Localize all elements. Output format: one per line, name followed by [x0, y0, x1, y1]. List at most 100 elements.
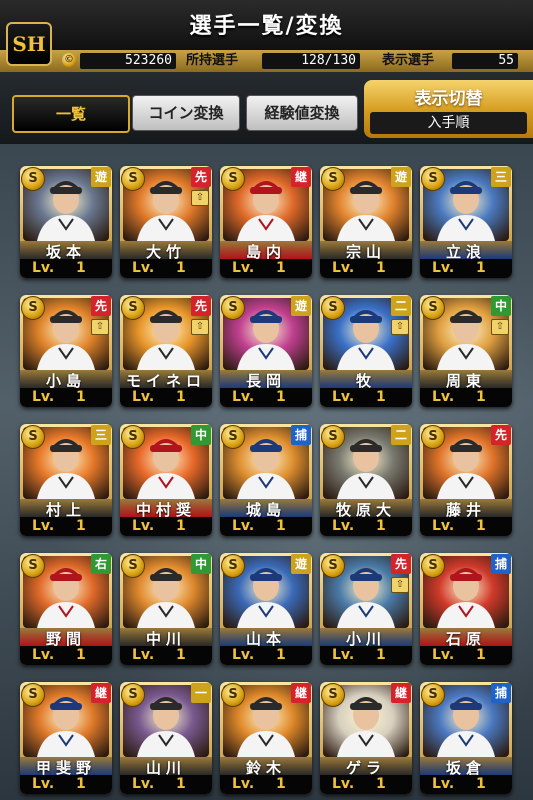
coin-badge-icon: S — [321, 296, 345, 320]
player-card[interactable]: S 二牧原大 Lv. 1 — [320, 424, 412, 536]
player-name: 大竹 — [120, 241, 212, 261]
level-label: Lv. — [32, 647, 55, 663]
player-name: 牧原大 — [320, 499, 412, 519]
player-card[interactable]: S 中 ⇧ 周東 Lv. 1 — [420, 295, 512, 407]
player-name: 藤井 — [420, 499, 512, 519]
player-card[interactable]: S 遊長岡 Lv. 1 — [220, 295, 312, 407]
position-badge: 捕 — [291, 425, 311, 445]
coin-badge-icon: S — [421, 683, 445, 707]
level-value: 1 — [76, 647, 86, 663]
player-name: 山川 — [120, 757, 212, 777]
level-label: Lv. — [132, 389, 155, 405]
level-bar: Lv. 1 — [220, 388, 312, 407]
player-card[interactable]: S 一山川 Lv. 1 — [120, 682, 212, 794]
coin-icon: © — [62, 53, 76, 67]
level-bar: Lv. 1 — [20, 388, 112, 407]
player-card[interactable]: S 継島内 Lv. 1 — [220, 166, 312, 278]
player-card[interactable]: S 先 ⇧ 大竹 Lv. 1 — [120, 166, 212, 278]
player-card[interactable]: S 捕城島 Lv. 1 — [220, 424, 312, 536]
level-label: Lv. — [132, 647, 155, 663]
level-label: Lv. — [32, 518, 55, 534]
level-value: 1 — [76, 518, 86, 534]
player-card[interactable]: S 捕石原 Lv. 1 — [420, 553, 512, 665]
level-value: 1 — [476, 518, 486, 534]
level-value: 1 — [276, 518, 286, 534]
level-value: 1 — [376, 389, 386, 405]
tab-coin-convert[interactable]: コイン変換 — [132, 95, 240, 131]
coin-badge-icon: S — [321, 167, 345, 191]
level-label: Lv. — [232, 518, 255, 534]
player-card[interactable]: S 先藤井 Lv. 1 — [420, 424, 512, 536]
coin-badge-icon: S — [321, 554, 345, 578]
shown-players-label: 表示選手 — [382, 53, 435, 68]
level-value: 1 — [276, 389, 286, 405]
level-value: 1 — [276, 260, 286, 276]
level-bar: Lv. 1 — [120, 517, 212, 536]
sort-order-value: 入手順 — [370, 112, 527, 134]
display-toggle-button[interactable]: 表示切替 入手順 — [364, 80, 533, 138]
level-value: 1 — [276, 776, 286, 792]
level-bar: Lv. 1 — [220, 259, 312, 278]
level-bar: Lv. 1 — [220, 646, 312, 665]
level-value: 1 — [376, 776, 386, 792]
level-bar: Lv. 1 — [120, 646, 212, 665]
player-card[interactable]: S 中中川 Lv. 1 — [120, 553, 212, 665]
coin-badge-icon: S — [21, 554, 45, 578]
player-card[interactable]: S 右野間 Lv. 1 — [20, 553, 112, 665]
player-name: 牧 — [320, 370, 412, 390]
player-name: 島内 — [220, 241, 312, 261]
position-badge: 右 — [91, 554, 111, 574]
coin-count: 523260 — [80, 53, 176, 69]
level-bar: Lv. 1 — [220, 775, 312, 794]
position-badge: 先 — [91, 296, 111, 316]
player-card[interactable]: S 継甲斐野 Lv. 1 — [20, 682, 112, 794]
player-card[interactable]: S 三立浪 Lv. 1 — [420, 166, 512, 278]
level-bar: Lv. 1 — [420, 388, 512, 407]
level-bar: Lv. 1 — [320, 775, 412, 794]
coin-badge-icon: S — [421, 296, 445, 320]
level-label: Lv. — [232, 260, 255, 276]
player-card[interactable]: S 三村上 Lv. 1 — [20, 424, 112, 536]
upgrade-arrow-icon: ⇧ — [191, 319, 209, 335]
position-badge: 遊 — [291, 296, 311, 316]
player-card[interactable]: S 二 ⇧ 牧 Lv. 1 — [320, 295, 412, 407]
level-label: Lv. — [132, 776, 155, 792]
level-value: 1 — [76, 776, 86, 792]
position-badge: 先 — [191, 296, 211, 316]
tab-exp-convert[interactable]: 経験値変換 — [246, 95, 358, 131]
player-card[interactable]: S 遊山本 Lv. 1 — [220, 553, 312, 665]
level-label: Lv. — [32, 260, 55, 276]
level-label: Lv. — [332, 647, 355, 663]
player-name: 村上 — [20, 499, 112, 519]
player-card[interactable]: S 継ゲラ Lv. 1 — [320, 682, 412, 794]
level-bar: Lv. 1 — [320, 388, 412, 407]
position-badge: 継 — [291, 683, 311, 703]
coin-badge-icon: S — [21, 683, 45, 707]
level-value: 1 — [176, 518, 186, 534]
shown-players-count: 55 — [452, 53, 518, 69]
player-card[interactable]: S 先 ⇧ 小川 Lv. 1 — [320, 553, 412, 665]
status-bar: © 523260 所持選手 128/130 表示選手 55 — [0, 50, 533, 72]
player-card[interactable]: S 先 ⇧ モイネロ Lv. 1 — [120, 295, 212, 407]
coin-badge-icon: S — [221, 296, 245, 320]
player-card[interactable]: S 捕坂倉 Lv. 1 — [420, 682, 512, 794]
tab-list[interactable]: 一覧 — [12, 95, 130, 133]
level-label: Lv. — [32, 389, 55, 405]
level-value: 1 — [76, 389, 86, 405]
position-badge: 中 — [191, 554, 211, 574]
level-bar: Lv. 1 — [420, 775, 512, 794]
player-card[interactable]: S 先 ⇧ 小島 Lv. 1 — [20, 295, 112, 407]
player-card[interactable]: S 遊宗山 Lv. 1 — [320, 166, 412, 278]
level-bar: Lv. 1 — [120, 388, 212, 407]
coin-badge-icon: S — [121, 296, 145, 320]
player-card[interactable]: S 継鈴木 Lv. 1 — [220, 682, 312, 794]
level-bar: Lv. 1 — [20, 259, 112, 278]
upgrade-arrow-icon: ⇧ — [391, 319, 409, 335]
player-card[interactable]: S 中中村奨 Lv. 1 — [120, 424, 212, 536]
player-card[interactable]: S 遊坂本 Lv. 1 — [20, 166, 112, 278]
coin-badge-icon: S — [421, 425, 445, 449]
level-bar: Lv. 1 — [20, 646, 112, 665]
coin-badge-icon: S — [221, 554, 245, 578]
level-label: Lv. — [432, 260, 455, 276]
player-name: 中村奨 — [120, 499, 212, 519]
